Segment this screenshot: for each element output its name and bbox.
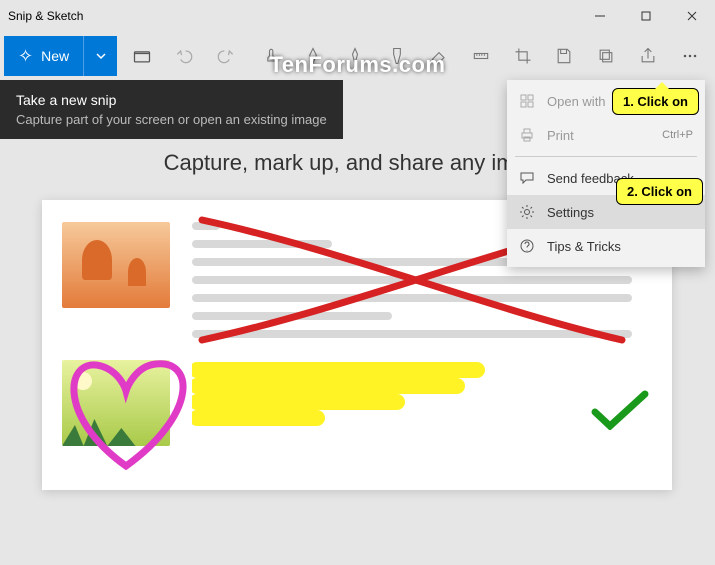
new-button[interactable]: ✧ New — [4, 36, 117, 76]
save-button[interactable] — [544, 36, 586, 76]
menu-label: Tips & Tricks — [547, 239, 621, 254]
tooltip-sub: Capture part of your screen or open an e… — [16, 112, 327, 127]
copy-button[interactable] — [585, 36, 627, 76]
yellow-highlight-annotation — [192, 358, 492, 428]
menu-tips[interactable]: Tips & Tricks — [507, 229, 705, 263]
new-button-label: New — [41, 48, 69, 64]
print-icon — [519, 127, 535, 143]
crop-button[interactable] — [502, 36, 544, 76]
undo-button[interactable] — [163, 36, 205, 76]
watermark-text: TenForums.com — [269, 52, 445, 78]
open-with-icon — [519, 93, 535, 109]
feedback-icon — [519, 170, 535, 186]
green-check-annotation — [590, 390, 650, 430]
share-button[interactable] — [627, 36, 669, 76]
more-button[interactable] — [669, 36, 711, 76]
titlebar: Snip & Sketch — [0, 0, 715, 32]
close-button[interactable] — [669, 0, 715, 32]
open-file-button[interactable] — [121, 36, 163, 76]
callout-1: 1. Click on — [612, 88, 699, 115]
callout-2: 2. Click on — [616, 178, 703, 205]
new-dropdown-button[interactable] — [83, 36, 117, 76]
menu-label: Open with — [547, 94, 606, 109]
menu-label: Settings — [547, 205, 594, 220]
redo-button[interactable] — [205, 36, 247, 76]
menu-separator — [515, 156, 697, 157]
sample-thumb-balloons — [62, 222, 170, 308]
menu-print: Print Ctrl+P — [507, 118, 705, 152]
new-tooltip: Take a new snip Capture part of your scr… — [0, 80, 343, 139]
pink-heart-annotation — [46, 346, 206, 476]
ruler-button[interactable] — [460, 36, 502, 76]
menu-shortcut: Ctrl+P — [662, 129, 693, 141]
minimize-button[interactable] — [577, 0, 623, 32]
help-icon — [519, 238, 535, 254]
gear-icon — [519, 204, 535, 220]
menu-label: Print — [547, 128, 574, 143]
plus-icon: ✧ — [18, 47, 33, 65]
maximize-button[interactable] — [623, 0, 669, 32]
window-title: Snip & Sketch — [8, 9, 577, 23]
tooltip-heading: Take a new snip — [16, 92, 327, 108]
